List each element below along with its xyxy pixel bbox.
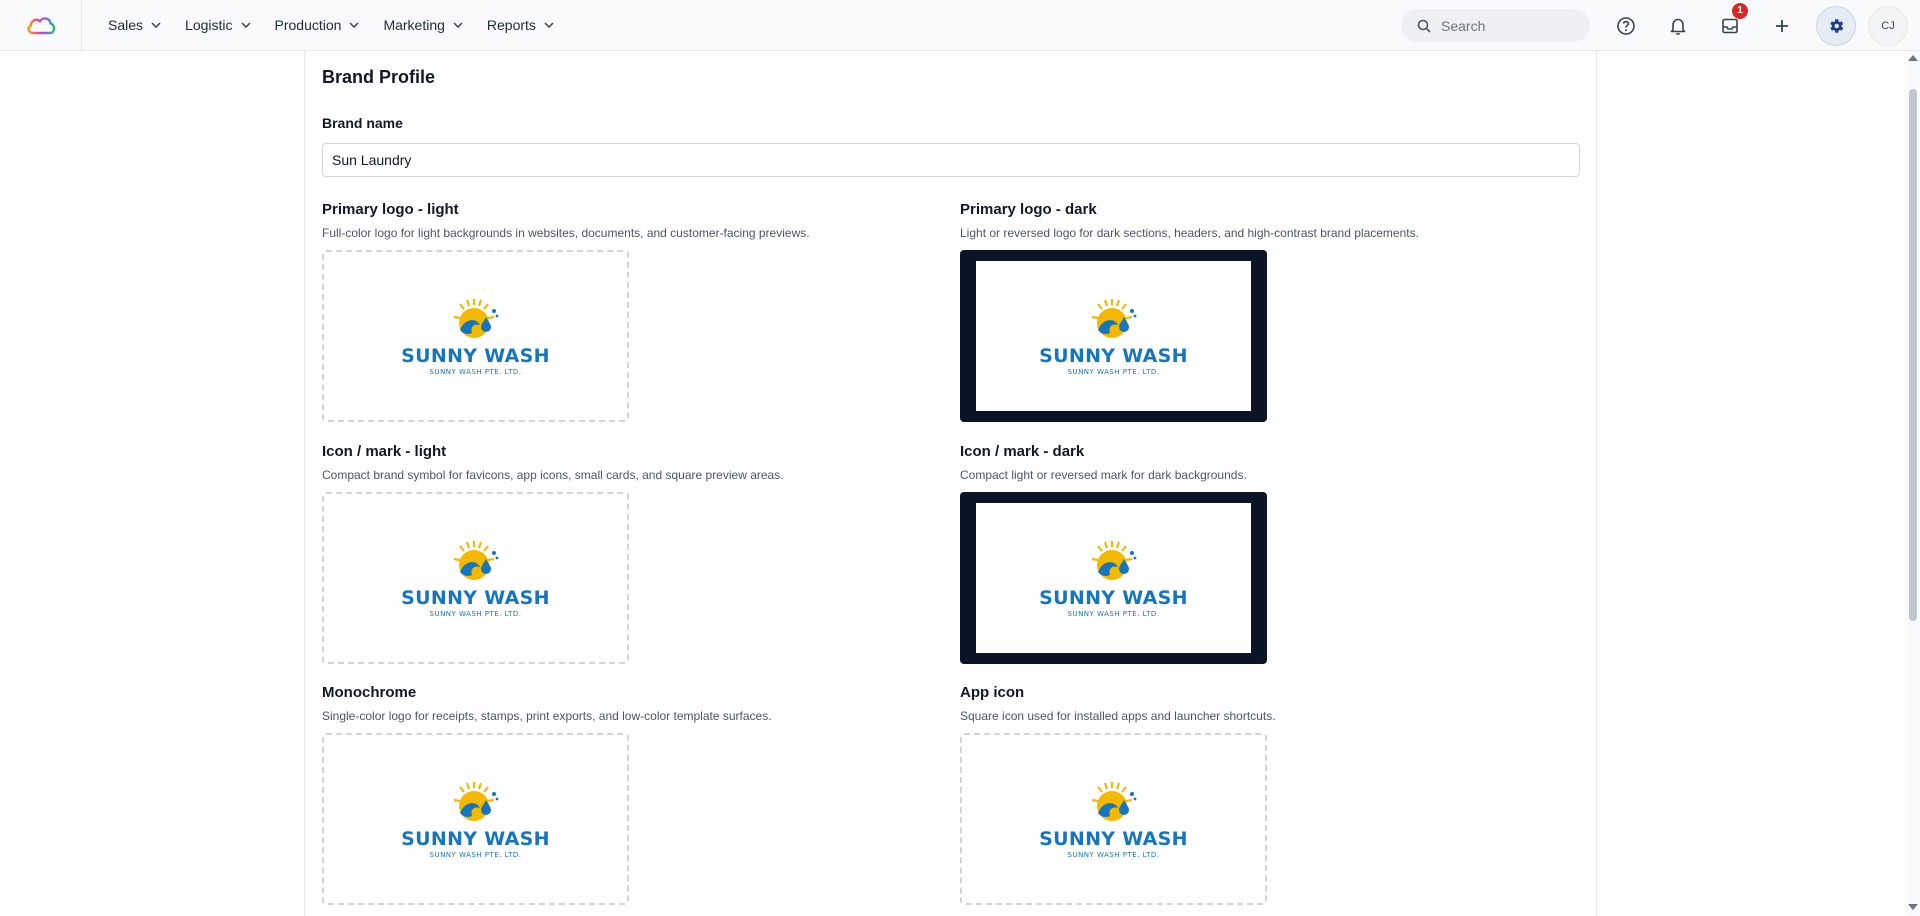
- brand-logo-subtitle: SUNNY WASH PTE. LTD.: [1067, 367, 1160, 376]
- card-monochrome: Monochrome Single-color logo for receipt…: [322, 684, 772, 905]
- inbox-count-badge: 1: [1732, 2, 1748, 19]
- menu-logistic-label: Logistic: [185, 17, 233, 33]
- plus-icon: [1776, 19, 1788, 32]
- brand-logo-name: SUNNY WASH: [1039, 586, 1188, 609]
- logo-upload-dropzone[interactable]: SUNNY WASH SUNNY WASH PTE. LTD.: [960, 733, 1267, 905]
- chevron-down-icon: [240, 20, 251, 30]
- menu-marketing-label: Marketing: [383, 17, 445, 33]
- brand-logo-subtitle: SUNNY WASH PTE. LTD.: [429, 367, 522, 376]
- menu-logistic[interactable]: Logistic: [185, 0, 251, 51]
- card-title: Icon / mark - light: [322, 443, 447, 460]
- brand-logo-image: SUNNY WASH SUNNY WASH PTE. LTD.: [1039, 780, 1188, 859]
- card-description: Single-color logo for receipts, stamps, …: [322, 709, 772, 723]
- menu-sales[interactable]: Sales: [108, 0, 161, 51]
- logo-upload-dropzone[interactable]: SUNNY WASH SUNNY WASH PTE. LTD.: [960, 492, 1267, 664]
- card-icon-mark-light: Icon / mark - light Compact brand symbol…: [322, 443, 784, 664]
- sun-wave-logo-icon: [453, 781, 498, 821]
- brand-logo-name: SUNNY WASH: [401, 344, 550, 367]
- brand-logo-name: SUNNY WASH: [1039, 827, 1188, 850]
- sun-wave-logo-icon: [453, 298, 498, 338]
- card-title: Primary logo - light: [322, 201, 459, 218]
- settings-button[interactable]: [1816, 5, 1856, 46]
- logo-upload-dropzone[interactable]: SUNNY WASH SUNNY WASH PTE. LTD.: [322, 250, 629, 422]
- scroll-down-arrow-icon[interactable]: [1908, 904, 1918, 910]
- card-icon-mark-dark: Icon / mark - dark Compact light or reve…: [960, 443, 1267, 664]
- gear-icon: [1830, 18, 1844, 33]
- card-description: Square icon used for installed apps and …: [960, 709, 1276, 723]
- menu-production[interactable]: Production: [275, 0, 360, 51]
- menu-reports-label: Reports: [486, 17, 536, 33]
- chevron-down-icon: [544, 20, 554, 30]
- logo-upload-dropzone[interactable]: SUNNY WASH SUNNY WASH PTE. LTD.: [960, 250, 1267, 422]
- search-placeholder: Search: [1441, 17, 1486, 34]
- card-primary-logo-light: Primary logo - light Full-color logo for…: [322, 201, 810, 422]
- help-circle-icon: [1617, 16, 1635, 35]
- brand-logo-image: SUNNY WASH SUNNY WASH PTE. LTD.: [401, 297, 550, 376]
- card-description: Compact brand symbol for favicons, app i…: [322, 468, 784, 482]
- inbox-button[interactable]: 1: [1712, 2, 1748, 44]
- header-tools: Search 1 CJ: [1401, 0, 1920, 51]
- app-logo[interactable]: [0, 0, 82, 51]
- card-title: Primary logo - dark: [960, 201, 1097, 218]
- brand-logo-subtitle: SUNNY WASH PTE. LTD.: [429, 850, 522, 859]
- brand-logo-image: SUNNY WASH SUNNY WASH PTE. LTD.: [1039, 539, 1188, 618]
- top-navigation: Sales Logistic Production Marketing Repo…: [0, 0, 1920, 51]
- logo-upload-dropzone[interactable]: SUNNY WASH SUNNY WASH PTE. LTD.: [322, 492, 629, 664]
- brand-logo-name: SUNNY WASH: [401, 586, 550, 609]
- notifications-button[interactable]: [1660, 8, 1696, 44]
- brand-logo-name: SUNNY WASH: [1039, 344, 1188, 367]
- cloud-logo-icon: [26, 17, 55, 35]
- main-menu: Sales Logistic Production Marketing Repo…: [108, 0, 578, 51]
- menu-marketing[interactable]: Marketing: [383, 0, 463, 51]
- menu-sales-label: Sales: [108, 17, 144, 33]
- chevron-down-icon: [349, 20, 359, 30]
- user-avatar[interactable]: CJ: [1868, 5, 1908, 46]
- brand-logo-name: SUNNY WASH: [401, 827, 550, 850]
- card-title: App icon: [960, 684, 1025, 701]
- card-description: Full-color logo for light backgrounds in…: [322, 226, 810, 240]
- help-button[interactable]: [1608, 8, 1644, 44]
- sun-wave-logo-icon: [453, 540, 498, 580]
- brand-logo-subtitle: SUNNY WASH PTE. LTD.: [1067, 850, 1160, 859]
- brand-name-input[interactable]: [322, 143, 1580, 177]
- chevron-down-icon: [151, 20, 161, 30]
- page-title: Brand Profile: [322, 67, 436, 87]
- search-box[interactable]: Search: [1401, 9, 1590, 42]
- brand-profile-panel: Brand Profile Brand name Primary logo - …: [304, 51, 1597, 916]
- bell-icon: [1670, 18, 1686, 35]
- brand-logo-image: SUNNY WASH SUNNY WASH PTE. LTD.: [1039, 297, 1188, 376]
- create-button[interactable]: [1764, 8, 1800, 44]
- search-icon: [1417, 19, 1431, 33]
- card-title: Icon / mark - dark: [960, 443, 1085, 460]
- menu-reports[interactable]: Reports: [487, 0, 554, 51]
- card-title: Monochrome: [322, 684, 417, 701]
- sun-wave-logo-icon: [1091, 781, 1136, 821]
- card-description: Light or reversed logo for dark sections…: [960, 226, 1419, 240]
- sun-wave-logo-icon: [1091, 540, 1136, 580]
- brand-logo-subtitle: SUNNY WASH PTE. LTD.: [1067, 609, 1160, 618]
- scroll-up-arrow-icon[interactable]: [1908, 55, 1918, 61]
- logo-upload-dropzone[interactable]: SUNNY WASH SUNNY WASH PTE. LTD.: [322, 733, 629, 905]
- sun-wave-logo-icon: [1091, 298, 1136, 338]
- brand-name-label: Brand name: [322, 115, 403, 131]
- chevron-down-icon: [453, 20, 463, 30]
- scrollbar-thumb[interactable]: [1909, 89, 1917, 621]
- card-app-icon: App icon Square icon used for installed …: [960, 684, 1276, 905]
- brand-logo-subtitle: SUNNY WASH PTE. LTD.: [429, 609, 522, 618]
- vertical-scrollbar[interactable]: [1905, 51, 1920, 916]
- card-description: Compact light or reversed mark for dark …: [960, 468, 1247, 482]
- inbox-icon: [1722, 18, 1738, 33]
- brand-logo-image: SUNNY WASH SUNNY WASH PTE. LTD.: [401, 539, 550, 618]
- card-primary-logo-dark: Primary logo - dark Light or reversed lo…: [960, 201, 1419, 422]
- menu-production-label: Production: [274, 17, 342, 33]
- brand-logo-image: SUNNY WASH SUNNY WASH PTE. LTD.: [401, 780, 550, 859]
